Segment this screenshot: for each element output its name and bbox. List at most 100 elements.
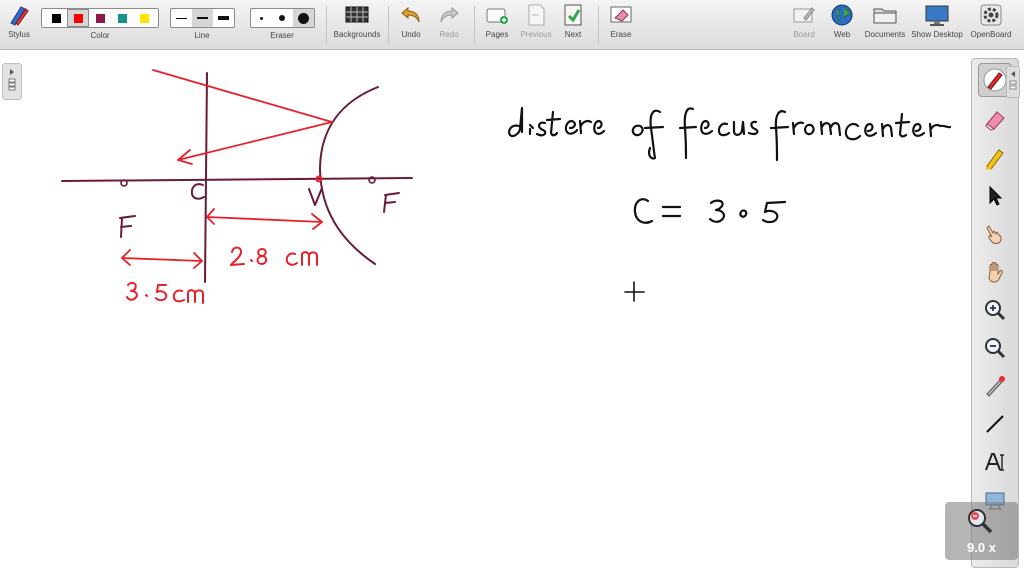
pages-label: Pages: [485, 30, 509, 39]
color-swatch-maroon[interactable]: [89, 9, 111, 27]
color-swatch-teal[interactable]: [111, 9, 133, 27]
highlighter-tool-button[interactable]: [978, 141, 1012, 175]
eraser-tool-button[interactable]: [978, 103, 1012, 137]
tool-palette: [971, 58, 1019, 568]
grid-icon: [345, 6, 369, 23]
letter-f-left-stroke: [119, 215, 136, 238]
zoom-in-tool-button[interactable]: [978, 293, 1012, 327]
line-icon: [986, 415, 1004, 433]
letter-c-stroke: [190, 183, 205, 200]
eraser-small-option[interactable]: [251, 9, 272, 27]
stylus-button[interactable]: Stylus: [4, 0, 34, 50]
zoom-in-icon: [985, 300, 1006, 321]
color-swatch-black[interactable]: [45, 9, 67, 27]
left-panel-toggle[interactable]: [2, 63, 22, 100]
laser-pointer-tool-button[interactable]: [978, 369, 1012, 403]
board-canvas[interactable]: [0, 51, 1024, 576]
label-2-8-cm-stroke: [230, 246, 318, 266]
line-medium-option[interactable]: [191, 9, 213, 27]
pen-icon: [983, 68, 1007, 92]
handwriting-distance-stroke: [508, 106, 606, 138]
toolbar-separator: [388, 6, 389, 44]
magnifier-icon: [968, 509, 993, 534]
show-desktop-label: Show Desktop: [911, 30, 963, 39]
eraser-medium-option[interactable]: [272, 9, 293, 27]
web-label: Web: [833, 30, 851, 39]
next-page-icon: [564, 4, 582, 26]
previous-page-icon: [528, 4, 545, 26]
interact-tool-button[interactable]: [978, 217, 1012, 251]
distance-arrow-fc-stroke: [121, 257, 203, 262]
selector-tool-button[interactable]: [978, 179, 1012, 213]
crosshair-cursor: [624, 281, 645, 302]
eraser-large-option[interactable]: [292, 9, 314, 27]
backgrounds-button[interactable]: Backgrounds: [330, 0, 384, 50]
text-tool-button[interactable]: [978, 445, 1012, 479]
toolbar-separator: [474, 6, 475, 44]
handwriting-of-stroke: [631, 109, 665, 160]
pointing-hand-icon: [986, 225, 1002, 244]
documents-label: Documents: [864, 30, 906, 39]
handwriting-c-equals-stroke: [633, 198, 682, 224]
toolbar-separator: [598, 6, 599, 44]
documents-button[interactable]: Documents: [862, 0, 908, 50]
previous-page-button[interactable]: Previous: [517, 0, 555, 50]
openboard-button[interactable]: OpenBoard: [966, 0, 1016, 50]
text-icon: [985, 453, 1004, 471]
redo-button[interactable]: Redo: [434, 0, 464, 50]
highlighter-icon: [986, 149, 1004, 170]
handwriting-value-stroke: [708, 199, 787, 224]
gear-icon: [980, 4, 1002, 26]
line-thick-option[interactable]: [213, 9, 234, 27]
stylus-label: Stylus: [8, 30, 30, 39]
reflected-ray-stroke: [177, 121, 333, 161]
color-swatch-yellow[interactable]: [133, 9, 155, 27]
arrow-cursor-icon: [989, 185, 1003, 206]
main-toolbar: Stylus Color Line Eraser Backgrounds Und…: [0, 0, 1024, 50]
show-desktop-button[interactable]: Show Desktop: [910, 0, 964, 50]
eraser-group: Eraser: [248, 0, 316, 50]
principal-axis-stroke: [61, 177, 413, 182]
stylus-icon: [10, 6, 29, 26]
page-stack-icon: [8, 78, 16, 91]
line-group: Line: [168, 0, 236, 50]
globe-icon: [831, 4, 853, 26]
eraser-label: Eraser: [270, 31, 294, 40]
backgrounds-label: Backgrounds: [333, 30, 381, 39]
eraser-size-selector: [249, 8, 315, 28]
previous-label: Previous: [520, 30, 552, 39]
monitor-icon: [925, 5, 949, 26]
line-label: Line: [194, 31, 210, 40]
distance-arrow-cv-stroke: [206, 216, 323, 223]
undo-label: Undo: [401, 30, 421, 39]
pages-button[interactable]: Pages: [481, 0, 513, 50]
redo-icon: [440, 6, 459, 23]
board-label: Board: [793, 30, 815, 39]
erase-label: Erase: [610, 30, 632, 39]
mirror-arc-stroke: [319, 86, 379, 265]
next-page-button[interactable]: Next: [558, 0, 588, 50]
undo-button[interactable]: Undo: [396, 0, 426, 50]
letter-v-stroke: [308, 187, 323, 206]
board-button[interactable]: Board: [788, 0, 820, 50]
zoom-out-icon: [985, 338, 1006, 359]
toolbar-separator: [326, 6, 327, 44]
hand-tool-button[interactable]: [978, 255, 1012, 289]
center-line-stroke: [204, 72, 208, 283]
line-tool-button[interactable]: [978, 407, 1012, 441]
undo-icon: [401, 6, 420, 23]
incident-ray-stroke: [152, 69, 333, 123]
letter-f-right-stroke: [383, 192, 400, 213]
color-swatch-red[interactable]: [67, 9, 89, 27]
chevron-left-icon: [1009, 71, 1017, 90]
color-group: Color: [41, 0, 159, 50]
palette-collapse-toggle[interactable]: [1006, 66, 1020, 98]
erase-board-button[interactable]: Erase: [606, 0, 636, 50]
line-thin-option[interactable]: [171, 9, 192, 27]
web-button[interactable]: Web: [828, 0, 856, 50]
folder-icon: [873, 8, 897, 24]
zoom-out-tool-button[interactable]: [978, 331, 1012, 365]
laser-pointer-icon: [986, 376, 1005, 397]
handwriting-from-stroke: [769, 110, 842, 162]
zoom-indicator: 9.0 x: [945, 502, 1018, 560]
